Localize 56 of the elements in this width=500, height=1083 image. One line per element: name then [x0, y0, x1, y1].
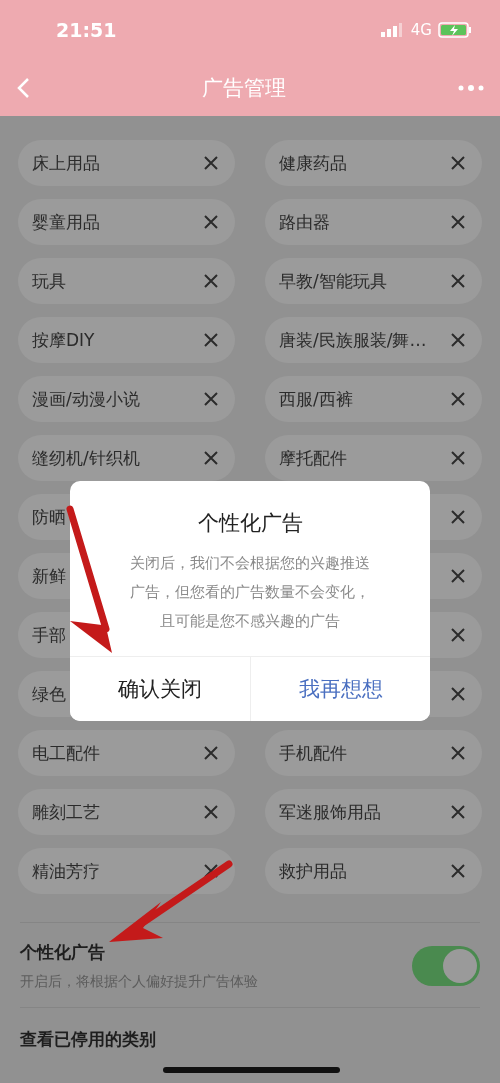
close-icon[interactable] [450, 804, 466, 820]
category-label: 救护用品 [279, 859, 348, 883]
close-icon[interactable] [203, 804, 219, 820]
category-label: 漫画/动漫小说 [32, 387, 140, 411]
close-icon[interactable] [450, 391, 466, 407]
category-label: 手部 [32, 623, 67, 647]
category-label: 缝纫机/针织机 [32, 446, 140, 470]
category-label: 摩托配件 [279, 446, 348, 470]
close-icon[interactable] [203, 273, 219, 289]
network-label: 4G [410, 21, 432, 39]
close-icon[interactable] [203, 863, 219, 879]
cancel-button[interactable]: 我再想想 [250, 657, 430, 721]
category-label: 婴童用品 [32, 210, 101, 234]
close-icon[interactable] [450, 745, 466, 761]
category-label: 唐装/民族服装/舞… [279, 328, 427, 352]
signal-icon [380, 23, 403, 37]
close-icon[interactable] [450, 863, 466, 879]
category-label: 西服/西裤 [279, 387, 354, 411]
category-label: 路由器 [279, 210, 331, 234]
dialog-title: 个性化广告 [196, 510, 304, 537]
close-icon[interactable] [203, 332, 219, 348]
category-label: 健康药品 [279, 151, 348, 175]
dialog-message: 广告，但您看的广告数量不会变化， [130, 582, 370, 603]
close-icon[interactable] [203, 214, 219, 230]
category-label: 新鲜 [32, 564, 67, 588]
category-label: 雕刻工艺 [32, 800, 101, 824]
close-icon[interactable] [203, 745, 219, 761]
category-label: 床上用品 [32, 151, 101, 175]
setting-title: 个性化广告 [20, 941, 106, 964]
status-time: 21:51 [56, 19, 118, 41]
category-label: 手机配件 [279, 741, 348, 765]
category-label: 玩具 [32, 269, 67, 293]
close-icon[interactable] [450, 332, 466, 348]
category-label: 精油芳疗 [32, 859, 101, 883]
page-title: 广告管理 [202, 75, 286, 102]
close-icon[interactable] [450, 214, 466, 230]
close-icon[interactable] [450, 509, 466, 525]
close-icon[interactable] [450, 686, 466, 702]
dialog-message: 关闭后，我们不会根据您的兴趣推送 [130, 553, 370, 574]
category-label: 电工配件 [32, 741, 101, 765]
close-icon[interactable] [203, 155, 219, 171]
close-icon[interactable] [450, 273, 466, 289]
setting-link[interactable]: 查看已停用的类别 [20, 1028, 480, 1051]
category-label: 按摩DIY [32, 328, 96, 352]
close-icon[interactable] [450, 450, 466, 466]
category-label: 早教/智能玩具 [279, 269, 387, 293]
close-icon[interactable] [203, 391, 219, 407]
toggle-switch[interactable] [412, 946, 480, 986]
category-label: 防晒 [32, 505, 67, 529]
close-icon[interactable] [450, 627, 466, 643]
close-icon[interactable] [203, 450, 219, 466]
category-label: 绿色 [32, 682, 67, 706]
category-label: 军迷服饰用品 [279, 800, 381, 824]
close-icon[interactable] [450, 155, 466, 171]
close-icon[interactable] [450, 568, 466, 584]
dialog-message: 且可能是您不感兴趣的广告 [160, 611, 340, 632]
